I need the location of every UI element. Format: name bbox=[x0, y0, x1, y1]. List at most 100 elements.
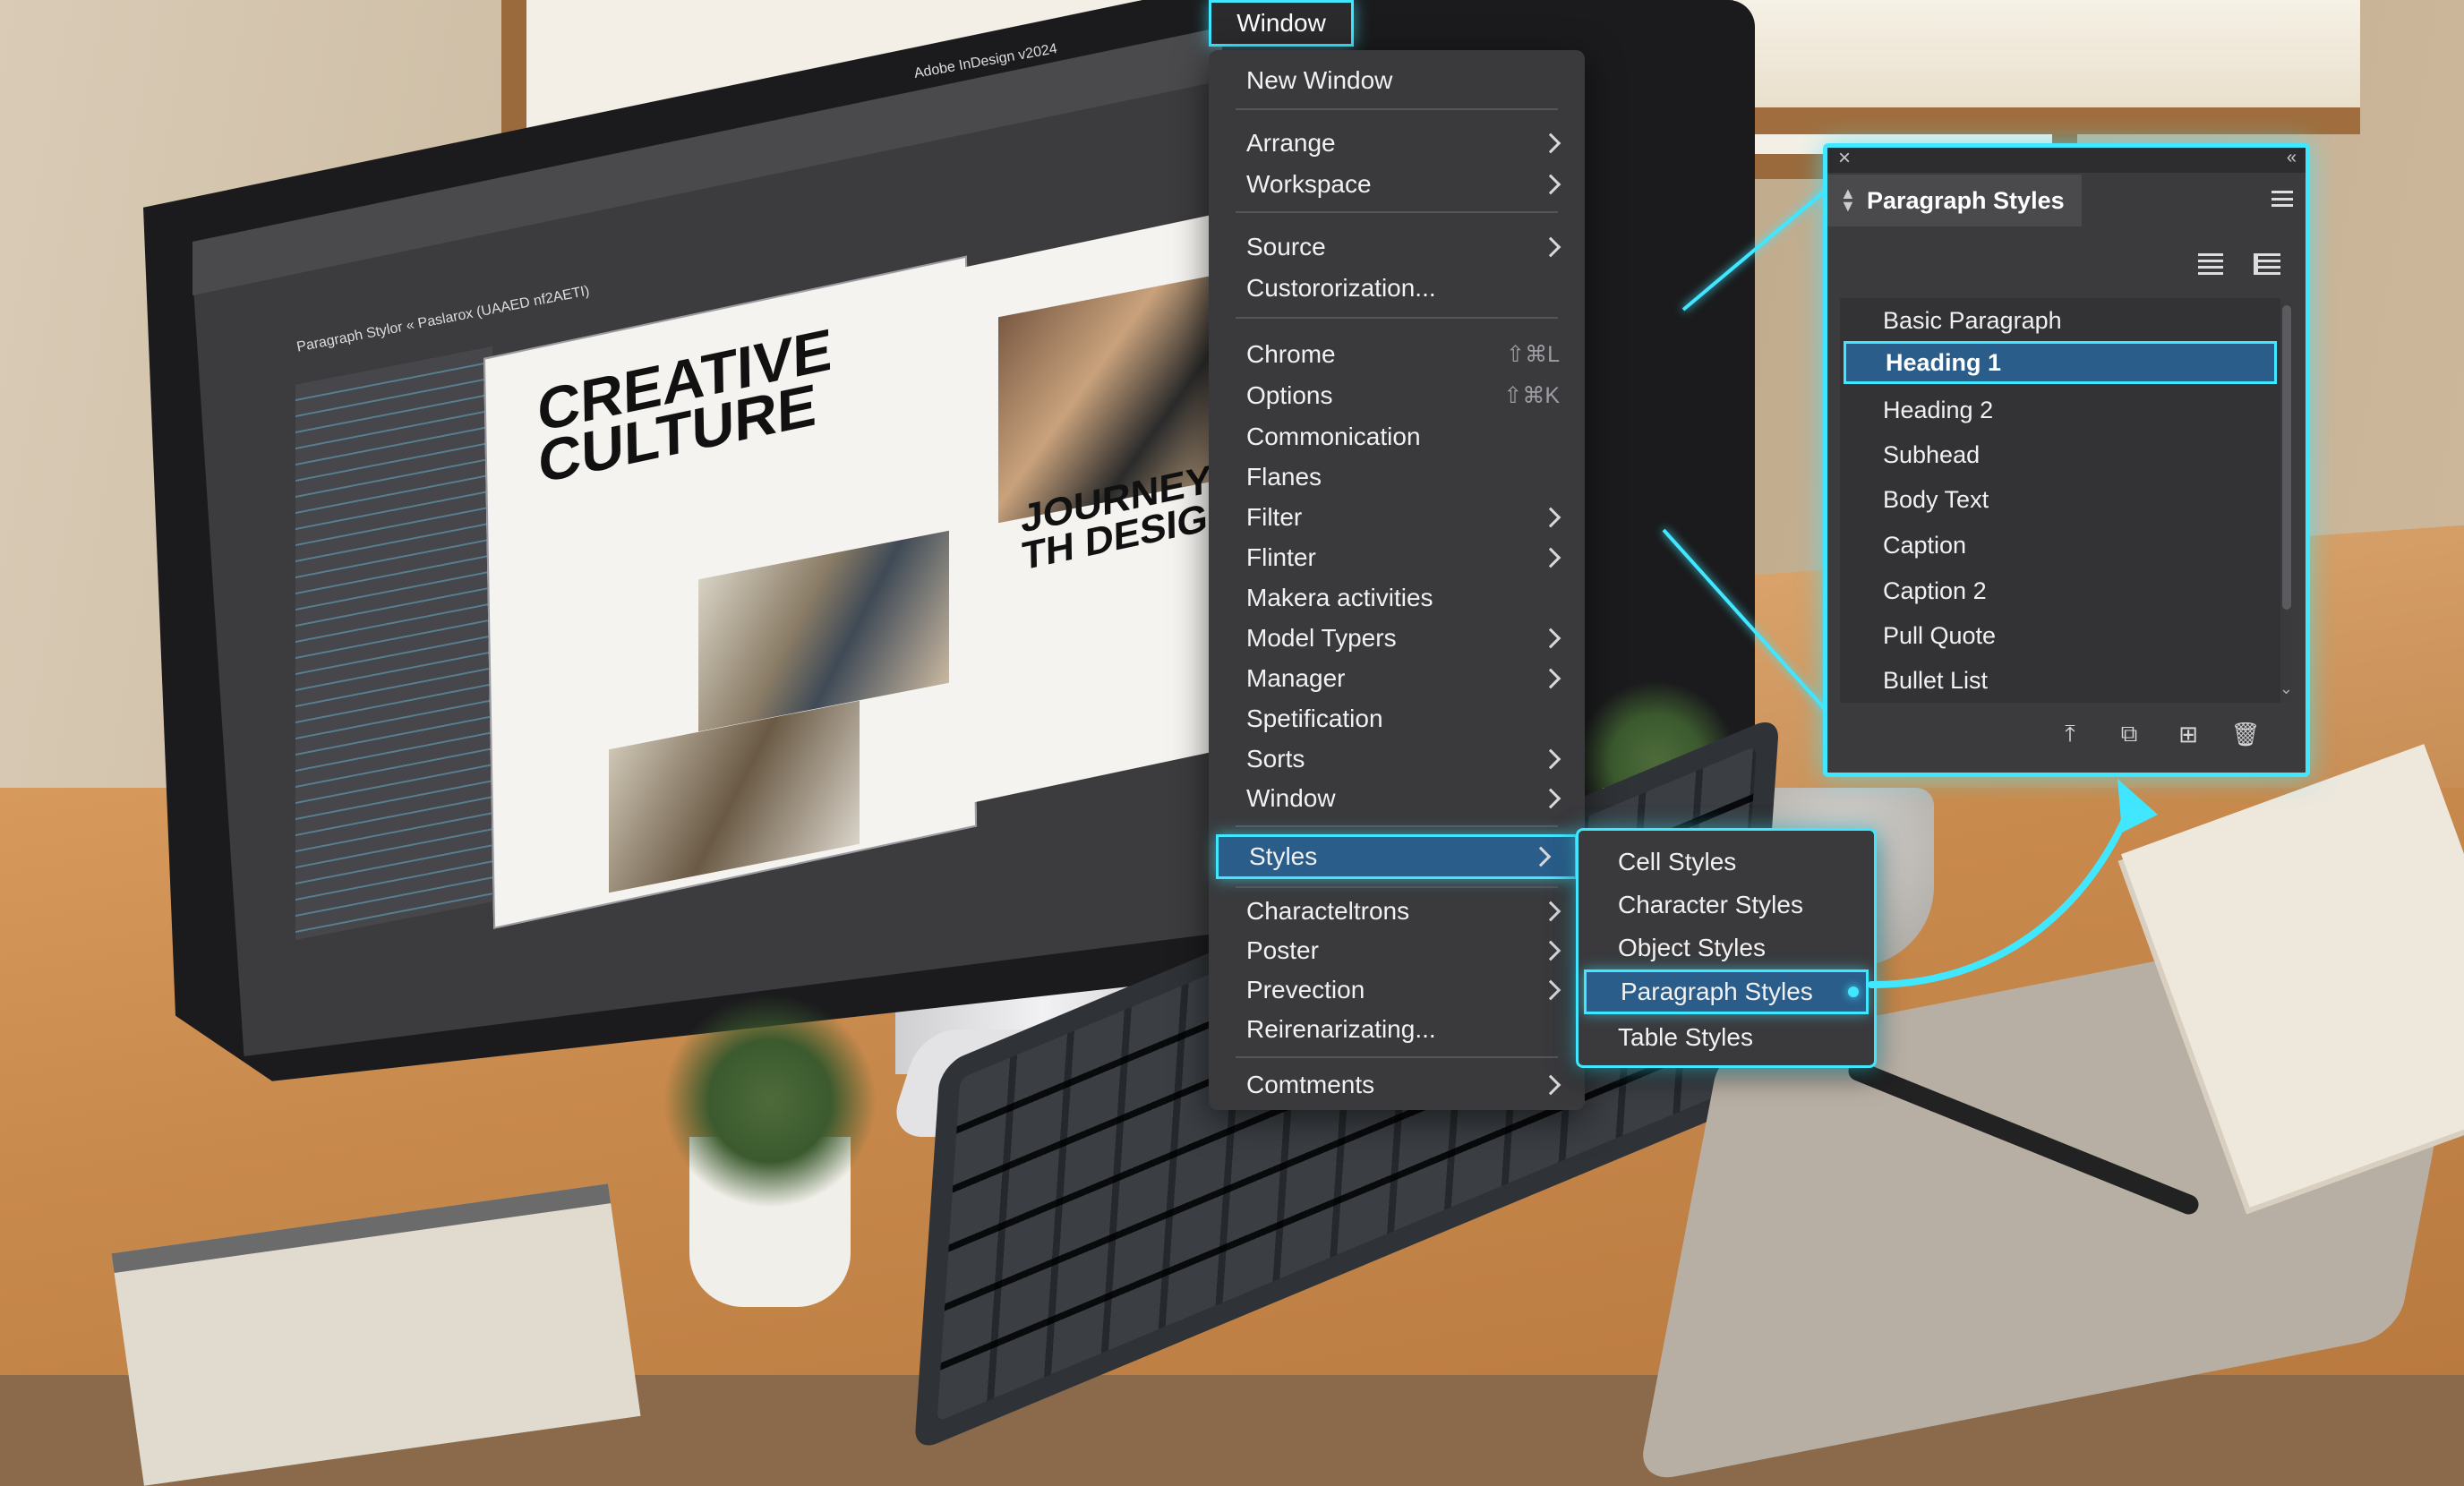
style-label: Basic Paragraph bbox=[1883, 306, 2062, 334]
chevron-right-icon bbox=[1540, 236, 1561, 258]
menu-item-label: Characteltrons bbox=[1246, 897, 1410, 925]
duplicate-style-icon[interactable]: ⧉ bbox=[2116, 720, 2143, 747]
submenu-item-label: Table Styles bbox=[1618, 1023, 1753, 1051]
curved-arrow-icon bbox=[1868, 779, 2158, 988]
text-align-icon[interactable] bbox=[2198, 253, 2223, 275]
style-label: Body Text bbox=[1883, 485, 1989, 513]
menu-item-label: Reirenarizating... bbox=[1246, 1015, 1436, 1043]
hamburger-menu-icon[interactable] bbox=[2272, 191, 2293, 207]
shortcut-label: ⇧⌘L bbox=[1506, 342, 1560, 367]
menu-item-chrome[interactable]: Chrome ⇧⌘L bbox=[1209, 335, 1585, 374]
panel-title: Paragraph Styles bbox=[1867, 186, 2065, 214]
menu-item-commonication[interactable]: Commonication bbox=[1209, 417, 1585, 457]
style-item-caption-2[interactable]: Caption 2 bbox=[1840, 568, 2280, 613]
menu-item-label: Commonication bbox=[1246, 423, 1421, 450]
menu-item-makera-activities[interactable]: Makera activities bbox=[1209, 578, 1585, 618]
chevron-right-icon bbox=[1540, 901, 1561, 922]
menu-item-reirenarizating[interactable]: Reirenarizating... bbox=[1209, 1010, 1585, 1049]
styles-submenu: Cell Styles Character Styles Object Styl… bbox=[1576, 828, 1877, 1068]
menu-item-filter[interactable]: Filter bbox=[1209, 498, 1585, 537]
style-label: Caption bbox=[1883, 531, 1967, 559]
chevron-down-icon[interactable]: ⌄ bbox=[2280, 679, 2293, 698]
collapse-icon[interactable]: « bbox=[2287, 148, 2297, 168]
menu-item-label: Comtments bbox=[1246, 1071, 1375, 1098]
menu-item-sorts[interactable]: Sorts bbox=[1209, 739, 1585, 779]
chevron-right-icon bbox=[1540, 174, 1561, 195]
menu-item-label: Styles bbox=[1249, 842, 1318, 870]
submenu-item-label: Object Styles bbox=[1618, 934, 1766, 961]
panel-title-strip: × « bbox=[1827, 146, 2306, 173]
menu-item-label: Spetification bbox=[1246, 705, 1383, 732]
menu-item-poster[interactable]: Poster bbox=[1209, 931, 1585, 970]
menu-item-label: New Window bbox=[1246, 66, 1393, 94]
paragraph-styles-panel: × « ▲ ▼ Paragraph Styles Basic Paragraph … bbox=[1823, 143, 2310, 777]
menu-item-model-typers[interactable]: Model Typers bbox=[1209, 619, 1585, 658]
room-window-right bbox=[1701, 0, 2360, 134]
chevron-right-icon bbox=[1540, 979, 1561, 1001]
chevron-right-icon bbox=[1540, 668, 1561, 689]
submenu-item-label: Cell Styles bbox=[1618, 848, 1737, 875]
menu-item-label: Chrome bbox=[1246, 340, 1336, 368]
menu-item-window[interactable]: Window bbox=[1209, 779, 1585, 818]
menu-separator bbox=[1236, 108, 1558, 110]
menu-item-options[interactable]: Options ⇧⌘K bbox=[1209, 376, 1585, 415]
scrollbar[interactable] bbox=[2280, 302, 2293, 701]
chevron-right-icon bbox=[1530, 846, 1552, 867]
style-item-heading-1[interactable]: Heading 1 bbox=[1844, 341, 2277, 384]
menu-item-label: Source bbox=[1246, 233, 1326, 260]
chevron-right-icon bbox=[1540, 628, 1561, 649]
menu-item-label: Flanes bbox=[1246, 463, 1322, 491]
chevron-right-icon bbox=[1540, 788, 1561, 809]
new-style-icon[interactable]: ⊞ bbox=[2175, 721, 2202, 747]
menu-item-new-window[interactable]: New Window bbox=[1209, 61, 1585, 100]
menu-item-label: Filter bbox=[1246, 503, 1303, 531]
chevron-right-icon bbox=[1540, 1074, 1561, 1096]
submenu-item-paragraph-styles[interactable]: Paragraph Styles bbox=[1584, 969, 1869, 1014]
chevron-right-icon bbox=[1540, 507, 1561, 528]
style-item-subhead[interactable]: Subhead bbox=[1840, 432, 2280, 477]
style-item-heading-2[interactable]: Heading 2 bbox=[1840, 388, 2280, 432]
pasteboard-guides bbox=[295, 346, 492, 940]
chevron-right-icon bbox=[1540, 547, 1561, 568]
submenu-item-object-styles[interactable]: Object Styles bbox=[1578, 927, 1874, 969]
style-item-body-text[interactable]: Body Text bbox=[1840, 477, 2280, 522]
style-item-bullet-list[interactable]: Bullet List bbox=[1840, 658, 2280, 703]
menu-window-title[interactable]: Window bbox=[1209, 0, 1354, 47]
menu-separator bbox=[1236, 886, 1558, 888]
trash-icon[interactable]: 🗑 bbox=[2231, 721, 2261, 747]
menu-item-styles[interactable]: Styles bbox=[1216, 834, 1578, 879]
menu-item-flinter[interactable]: Flinter bbox=[1209, 538, 1585, 577]
menu-item-customization[interactable]: Custororization... bbox=[1209, 269, 1585, 308]
sort-updown-icon: ▲ ▼ bbox=[1840, 184, 1856, 215]
style-item-pull-quote[interactable]: Pull Quote bbox=[1840, 613, 2280, 658]
chevron-right-icon bbox=[1540, 132, 1561, 154]
menu-item-label: Arrange bbox=[1246, 129, 1336, 157]
style-item-caption[interactable]: Caption bbox=[1840, 523, 2280, 568]
submenu-item-cell-styles[interactable]: Cell Styles bbox=[1578, 841, 1874, 883]
menu-item-label: Sorts bbox=[1246, 745, 1305, 773]
menu-separator bbox=[1236, 317, 1558, 319]
panel-tab-paragraph-styles[interactable]: ▲ ▼ Paragraph Styles bbox=[1827, 175, 2082, 226]
menu-item-source[interactable]: Source bbox=[1209, 227, 1585, 267]
submenu-item-table-styles[interactable]: Table Styles bbox=[1578, 1017, 1874, 1058]
style-label: Caption 2 bbox=[1883, 576, 1987, 604]
menu-item-manager[interactable]: Manager bbox=[1209, 659, 1585, 698]
menu-item-arrange[interactable]: Arrange bbox=[1209, 124, 1585, 163]
close-icon[interactable]: × bbox=[1838, 146, 1851, 171]
menu-item-characteltrons[interactable]: Characteltrons bbox=[1209, 892, 1585, 931]
shortcut-label: ⇧⌘K bbox=[1503, 383, 1560, 408]
menu-item-spetification[interactable]: Spetification bbox=[1209, 699, 1585, 739]
menu-separator bbox=[1236, 211, 1558, 213]
style-item-basic-paragraph[interactable]: Basic Paragraph bbox=[1840, 298, 2280, 343]
connector-dot-icon bbox=[1848, 986, 1859, 997]
style-label: Subhead bbox=[1883, 440, 1981, 468]
menu-item-comtments[interactable]: Comtments bbox=[1209, 1065, 1585, 1105]
style-group-icon[interactable]: ⤒ bbox=[2057, 720, 2083, 747]
scroll-thumb[interactable] bbox=[2282, 305, 2291, 610]
list-view-icon[interactable] bbox=[2254, 253, 2280, 275]
menu-item-label: Custororization... bbox=[1246, 274, 1436, 302]
menu-item-flanes[interactable]: Flanes bbox=[1209, 457, 1585, 497]
submenu-item-character-styles[interactable]: Character Styles bbox=[1578, 884, 1874, 926]
menu-item-prevection[interactable]: Prevection bbox=[1209, 970, 1585, 1010]
menu-item-workspace[interactable]: Workspace bbox=[1209, 165, 1585, 204]
